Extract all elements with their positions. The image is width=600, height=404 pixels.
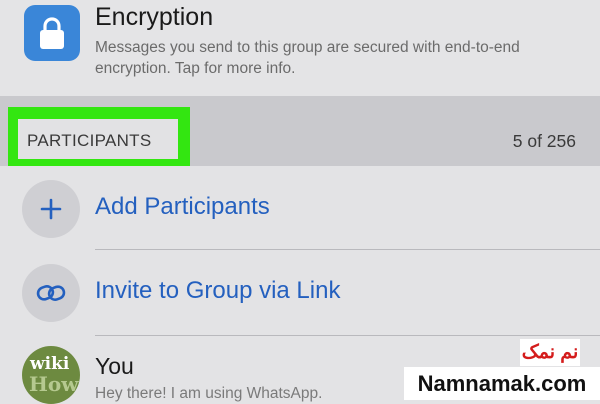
avatar-text-top: wiki <box>30 354 70 374</box>
participant-status: Hey there! I am using WhatsApp. <box>95 385 323 402</box>
invite-link-row[interactable]: Invite to Group via Link <box>0 250 600 336</box>
participant-name: You <box>95 353 134 379</box>
watermark-site: Namnamak.com <box>404 367 600 400</box>
encryption-title: Encryption <box>95 3 214 31</box>
participants-label: PARTICIPANTS <box>27 131 152 150</box>
lock-icon <box>24 5 80 61</box>
watermark-persian: نم نمک <box>520 339 580 366</box>
encryption-description: Messages you send to this group are secu… <box>95 39 520 77</box>
link-icon <box>22 264 80 322</box>
avatar: wiki How <box>22 346 80 404</box>
plus-icon <box>22 180 80 238</box>
participants-count: 5 of 256 <box>512 131 576 151</box>
add-participants-label: Add Participants <box>95 193 270 220</box>
invite-link-label: Invite to Group via Link <box>95 277 341 304</box>
encryption-row[interactable]: Encryption Messages you send to this gro… <box>0 0 600 96</box>
add-participants-row[interactable]: Add Participants <box>0 166 600 252</box>
avatar-text-bottom: How <box>29 372 79 396</box>
